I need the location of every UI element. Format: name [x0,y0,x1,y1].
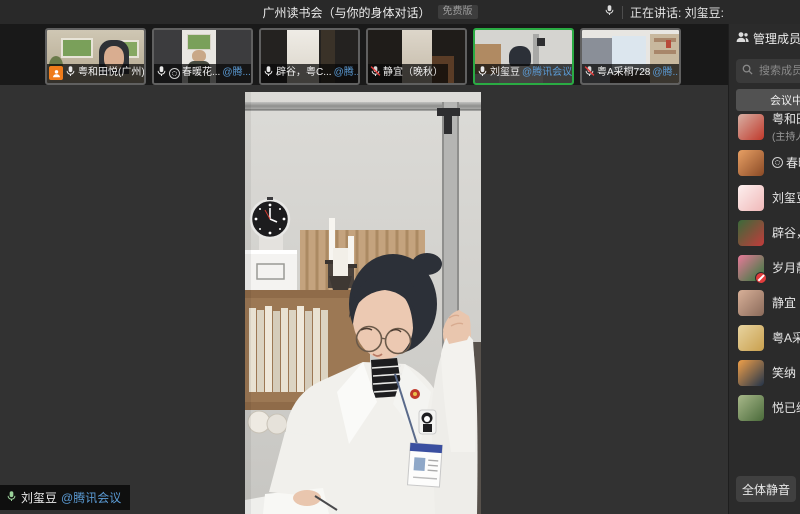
member-row[interactable]: 春暖 [738,145,800,180]
speaking-status-group: 正在讲话: 刘玺豆: [604,0,724,24]
free-version-badge: 免费版 [438,5,478,19]
member-name: 悦已纳 [772,399,800,416]
member-name: 辟谷， [772,224,800,241]
members-icon [736,31,749,46]
participant-mention: @腾... [652,67,679,79]
participant-name: 静宜（晚秋） [383,67,443,79]
member-panel-header: 管理成员(9) [736,30,800,47]
member-name: 笑纳 [772,364,796,381]
speaker-name: 刘玺豆 [21,489,57,506]
member-name: 静宜（ [772,294,800,311]
avatar [738,325,764,351]
microphone-icon [604,3,615,21]
avatar [738,360,764,386]
member-row[interactable]: 粤A采桐 [738,320,800,355]
mic-muted-icon [370,65,381,81]
member-name: 春暖 [786,154,800,171]
member-row[interactable]: 刘玺豆 [738,180,800,215]
top-bar: 广州读书会（与你的身体对话） 免费版 正在讲话: 刘玺豆: [0,0,800,24]
participant-name: 春暖花... [182,67,220,79]
speaker-mention: @腾讯会议 [61,489,121,506]
mic-on-icon [156,65,167,81]
mute-all-button[interactable]: 全体静音 [736,476,796,502]
member-name: 刘玺豆 [772,189,800,206]
mic-muted-icon [584,65,595,81]
active-speaker-label: 刘玺豆 @腾讯会议 [0,485,130,510]
mic-active-icon [6,490,17,505]
avatar [738,255,764,281]
member-row[interactable]: 悦已纳 [738,390,800,425]
participant-mention: @腾... [334,67,358,79]
avatar [738,395,764,421]
participant-name: 粤A采桐728 [597,67,650,79]
main-video-content [245,92,481,514]
member-name: 岁月静 [772,259,800,276]
participant-thumbnail[interactable]: 辟谷，粤C... @腾... [259,28,360,85]
member-role: (主持人 [772,128,800,143]
participant-thumbnail[interactable]: 粤A采桐728 @腾... [580,28,681,85]
participant-mention: @腾... [222,67,251,79]
divider [622,6,623,19]
tab-in-meeting-members[interactable]: 会议中 [736,89,800,111]
member-panel-title: 管理成员(9) [753,30,800,47]
member-row[interactable]: 辟谷， [738,215,800,250]
avatar [738,185,764,211]
speaking-user-icon [49,66,63,80]
thumbnail-strip: 粤和田悦(广州) 春暖花... @腾... [0,24,728,85]
avatar [738,150,764,176]
participant-name: 辟谷，粤C... [276,67,332,79]
mic-on-icon [263,65,274,81]
search-input[interactable] [757,64,800,78]
meeting-window: 广州读书会（与你的身体对话） 免费版 正在讲话: 刘玺豆: [0,0,800,514]
participant-name: 刘玺豆 [490,67,520,79]
avatar [738,290,764,316]
main-stage: 刘玺豆 @腾讯会议 [0,85,728,514]
member-name: 粤A采桐 [772,329,800,346]
mic-muted-badge [755,272,767,284]
member-row[interactable]: 笑纳 @ [738,355,800,390]
participant-name: 粤和田悦(广州) [78,67,144,79]
mic-on-icon [477,65,488,81]
avatar [738,220,764,246]
member-row[interactable]: 粤和田悦 (主持人 [738,109,800,144]
circle-badge-icon [772,157,783,168]
participant-mention: @腾讯会议 [522,67,572,79]
search-icon [742,62,753,80]
member-row[interactable]: 静宜（ [738,285,800,320]
main-video [245,92,481,514]
mic-on-icon [65,65,76,81]
member-search[interactable] [736,59,800,83]
participant-thumbnail-active-speaker[interactable]: 刘玺豆 @腾讯会议 [473,28,574,85]
member-row[interactable]: 岁月静 [738,250,800,285]
circle-badge-icon [169,68,180,79]
participant-thumbnail[interactable]: 春暖花... @腾... [152,28,253,85]
member-name: 粤和田悦 [772,110,800,127]
participant-thumbnail[interactable]: 静宜（晚秋） [366,28,467,85]
meeting-title: 广州读书会（与你的身体对话） [262,4,430,21]
speaking-status: 正在讲话: 刘玺豆: [630,4,724,21]
participant-thumbnail[interactable]: 粤和田悦(广州) [45,28,146,85]
avatar [738,114,764,140]
